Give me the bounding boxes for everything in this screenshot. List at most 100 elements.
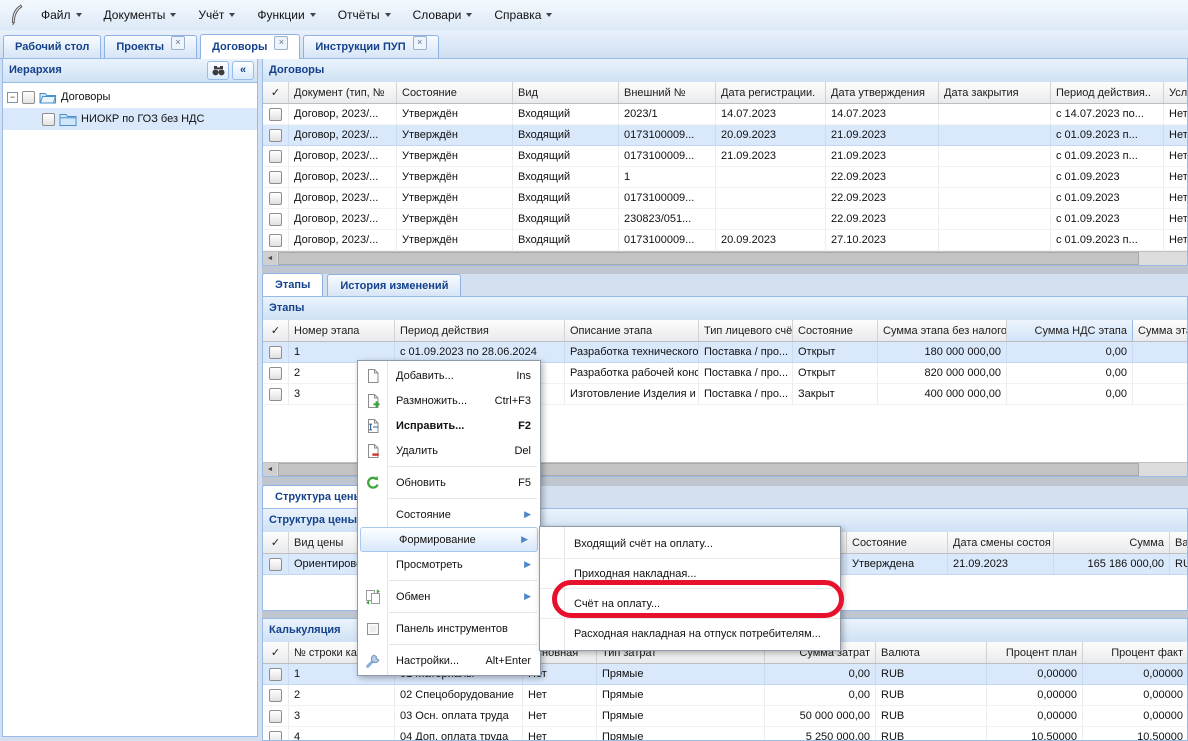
tree-expander-icon[interactable]: − xyxy=(7,92,18,103)
row-checkbox[interactable] xyxy=(269,710,282,723)
submenu-item-incoming-payment-invoice[interactable]: Входящий счёт на оплату... xyxy=(540,529,840,558)
contracts-row-3[interactable]: Договор, 2023/...УтверждёнВходящий017310… xyxy=(263,146,1187,167)
row-checkbox[interactable] xyxy=(269,346,282,359)
menu-item-label: Исправить... xyxy=(396,420,464,432)
row-checkbox[interactable] xyxy=(269,558,282,571)
menu-item-duplicate[interactable]: Размножить...Ctrl+F3 xyxy=(358,388,540,413)
calc-row-2[interactable]: 202 СпецоборудованиеНетПрямые0,00RUB0,00… xyxy=(263,685,1187,706)
price-column-header-5[interactable]: Валюта xyxy=(1170,532,1188,554)
collapse-panel-button[interactable]: « xyxy=(232,61,254,80)
row-checkbox[interactable] xyxy=(269,388,282,401)
stages-column-header-2[interactable]: Период действия xyxy=(395,320,565,342)
price-column-header-3[interactable]: Дата смены состоя xyxy=(948,532,1054,554)
menubar-item-4[interactable]: Функции xyxy=(247,4,325,26)
stages-column-header-6[interactable]: Сумма этапа без налогов xyxy=(878,320,1007,342)
menubar-item-6[interactable]: Словари xyxy=(403,4,483,26)
menubar-item-1[interactable]: Файл xyxy=(31,4,92,26)
tab-close-icon[interactable]: × xyxy=(171,36,185,50)
price-select-all-header[interactable]: ✓ xyxy=(263,532,289,554)
menubar-item-5[interactable]: Отчёты xyxy=(328,4,401,26)
contracts-select-all-header[interactable]: ✓ xyxy=(263,82,289,104)
contracts-row-4[interactable]: Договор, 2023/...УтверждёнВходящий122.09… xyxy=(263,167,1187,188)
menubar-item-3[interactable]: Учёт xyxy=(188,4,245,26)
tree-node-2[interactable]: НИОКР по ГОЗ без НДС xyxy=(3,108,257,130)
contracts-column-header-5[interactable]: Дата регистрации. xyxy=(716,82,826,104)
row-checkbox[interactable] xyxy=(269,108,282,121)
calc-column-header-8[interactable]: Процент факт xyxy=(1083,642,1188,664)
contracts-column-header-6[interactable]: Дата утверждения xyxy=(826,82,939,104)
contracts-column-header-3[interactable]: Вид xyxy=(513,82,619,104)
row-checkbox[interactable] xyxy=(269,668,282,681)
contracts-column-header-9[interactable]: Условный договор xyxy=(1164,82,1188,104)
scroll-left-arrow-icon[interactable]: ◄ xyxy=(263,463,277,476)
menu-item-delete[interactable]: УдалитьDel xyxy=(358,438,540,463)
row-checkbox[interactable] xyxy=(269,367,282,380)
calc-select-all-header[interactable]: ✓ xyxy=(263,642,289,664)
contracts-row-2[interactable]: Договор, 2023/...УтверждёнВходящий017310… xyxy=(263,125,1187,146)
menubar-item-2[interactable]: Документы xyxy=(94,4,187,26)
row-checkbox[interactable] xyxy=(269,150,282,163)
stages-column-header-1[interactable]: Номер этапа xyxy=(289,320,395,342)
menu-item-formation[interactable]: Формирование▶ xyxy=(360,527,538,552)
row-checkbox[interactable] xyxy=(269,689,282,702)
contracts-column-header-2[interactable]: Состояние xyxy=(397,82,513,104)
submenu-item-incoming-waybill[interactable]: Приходная накладная... xyxy=(540,558,840,588)
workspace-tab-3[interactable]: Договоры× xyxy=(200,34,300,59)
contracts-cell-1-7 xyxy=(939,104,1051,125)
tab-close-icon[interactable]: × xyxy=(274,36,288,50)
contracts-column-header-7[interactable]: Дата закрытия xyxy=(939,82,1051,104)
stages-cell-2-7: 0,00 xyxy=(1007,363,1133,384)
stages-column-header-7[interactable]: Сумма НДС этапа xyxy=(1007,320,1133,342)
contracts-column-header-4[interactable]: Внешний № xyxy=(619,82,716,104)
workspace-tab-2[interactable]: Проекты× xyxy=(104,35,197,58)
contracts-column-header-8[interactable]: Период действия.. xyxy=(1051,82,1164,104)
tab-close-icon[interactable]: × xyxy=(413,36,427,50)
calc-row-4[interactable]: 404 Доп. оплата трудаНетПрямые5 250 000,… xyxy=(263,727,1187,741)
menu-item-state[interactable]: Состояние▶ xyxy=(358,502,540,527)
contracts-h-scrollbar[interactable]: ◄ xyxy=(263,251,1187,265)
row-checkbox[interactable] xyxy=(269,213,282,226)
tree-checkbox[interactable] xyxy=(22,91,35,104)
row-checkbox[interactable] xyxy=(269,234,282,247)
contracts-row-5[interactable]: Договор, 2023/...УтверждёнВходящий017310… xyxy=(263,188,1187,209)
contracts-row-7[interactable]: Договор, 2023/...УтверждёнВходящий017310… xyxy=(263,230,1187,251)
stages-column-header-3[interactable]: Описание этапа xyxy=(565,320,699,342)
menubar-item-label: Документы xyxy=(104,8,166,22)
submenu-item-payment-invoice[interactable]: Счёт на оплату... xyxy=(540,588,840,618)
stages-tab-2[interactable]: История изменений xyxy=(327,274,461,296)
menu-item-view[interactable]: Просмотреть▶ xyxy=(358,552,540,577)
menu-separator xyxy=(389,644,537,645)
workspace-tab-1[interactable]: Рабочий стол xyxy=(3,35,101,58)
menu-item-add[interactable]: Добавить...Ins xyxy=(358,363,540,388)
price-column-header-2[interactable]: Состояние xyxy=(847,532,948,554)
price-column-header-4[interactable]: Сумма xyxy=(1054,532,1170,554)
menu-item-toolbar-panel[interactable]: Панель инструментов xyxy=(358,616,540,641)
menu-item-refresh[interactable]: ОбновитьF5 xyxy=(358,470,540,495)
menu-item-settings[interactable]: Настройки...Alt+Enter xyxy=(358,648,540,673)
contracts-column-header-1[interactable]: Документ (тип, № xyxy=(289,82,397,104)
calc-column-header-7[interactable]: Процент план xyxy=(987,642,1083,664)
calc-column-header-6[interactable]: Валюта xyxy=(876,642,987,664)
stages-column-header-5[interactable]: Состояние xyxy=(793,320,878,342)
scroll-left-arrow-icon[interactable]: ◄ xyxy=(263,252,277,265)
stages-tab-1[interactable]: Этапы xyxy=(262,273,323,296)
menu-item-exchange[interactable]: Обмен▶ xyxy=(358,584,540,609)
row-checkbox[interactable] xyxy=(269,129,282,142)
calc-row-3[interactable]: 303 Осн. оплата трудаНетПрямые50 000 000… xyxy=(263,706,1187,727)
horizontal-splitter[interactable] xyxy=(262,266,1188,274)
menubar-item-7[interactable]: Справка xyxy=(484,4,562,26)
stages-column-header-8[interactable]: Сумма этапа xyxy=(1133,320,1188,342)
row-checkbox[interactable] xyxy=(269,192,282,205)
row-checkbox[interactable] xyxy=(269,171,282,184)
workspace-tab-4[interactable]: Инструкции ПУП× xyxy=(303,35,438,58)
scroll-thumb[interactable] xyxy=(278,252,1139,265)
menu-item-edit[interactable]: Исправить...F2 xyxy=(358,413,540,438)
stages-select-all-header[interactable]: ✓ xyxy=(263,320,289,342)
submenu-item-outgoing-waybill-consumers[interactable]: Расходная накладная на отпуск потребител… xyxy=(540,618,840,648)
contracts-row-1[interactable]: Договор, 2023/...УтверждёнВходящий2023/1… xyxy=(263,104,1187,125)
search-button[interactable] xyxy=(207,61,229,80)
contracts-row-6[interactable]: Договор, 2023/...УтверждёнВходящий230823… xyxy=(263,209,1187,230)
tree-node-1[interactable]: −Договоры xyxy=(3,86,257,108)
tree-checkbox[interactable] xyxy=(42,113,55,126)
stages-column-header-4[interactable]: Тип лицевого счёт xyxy=(699,320,793,342)
